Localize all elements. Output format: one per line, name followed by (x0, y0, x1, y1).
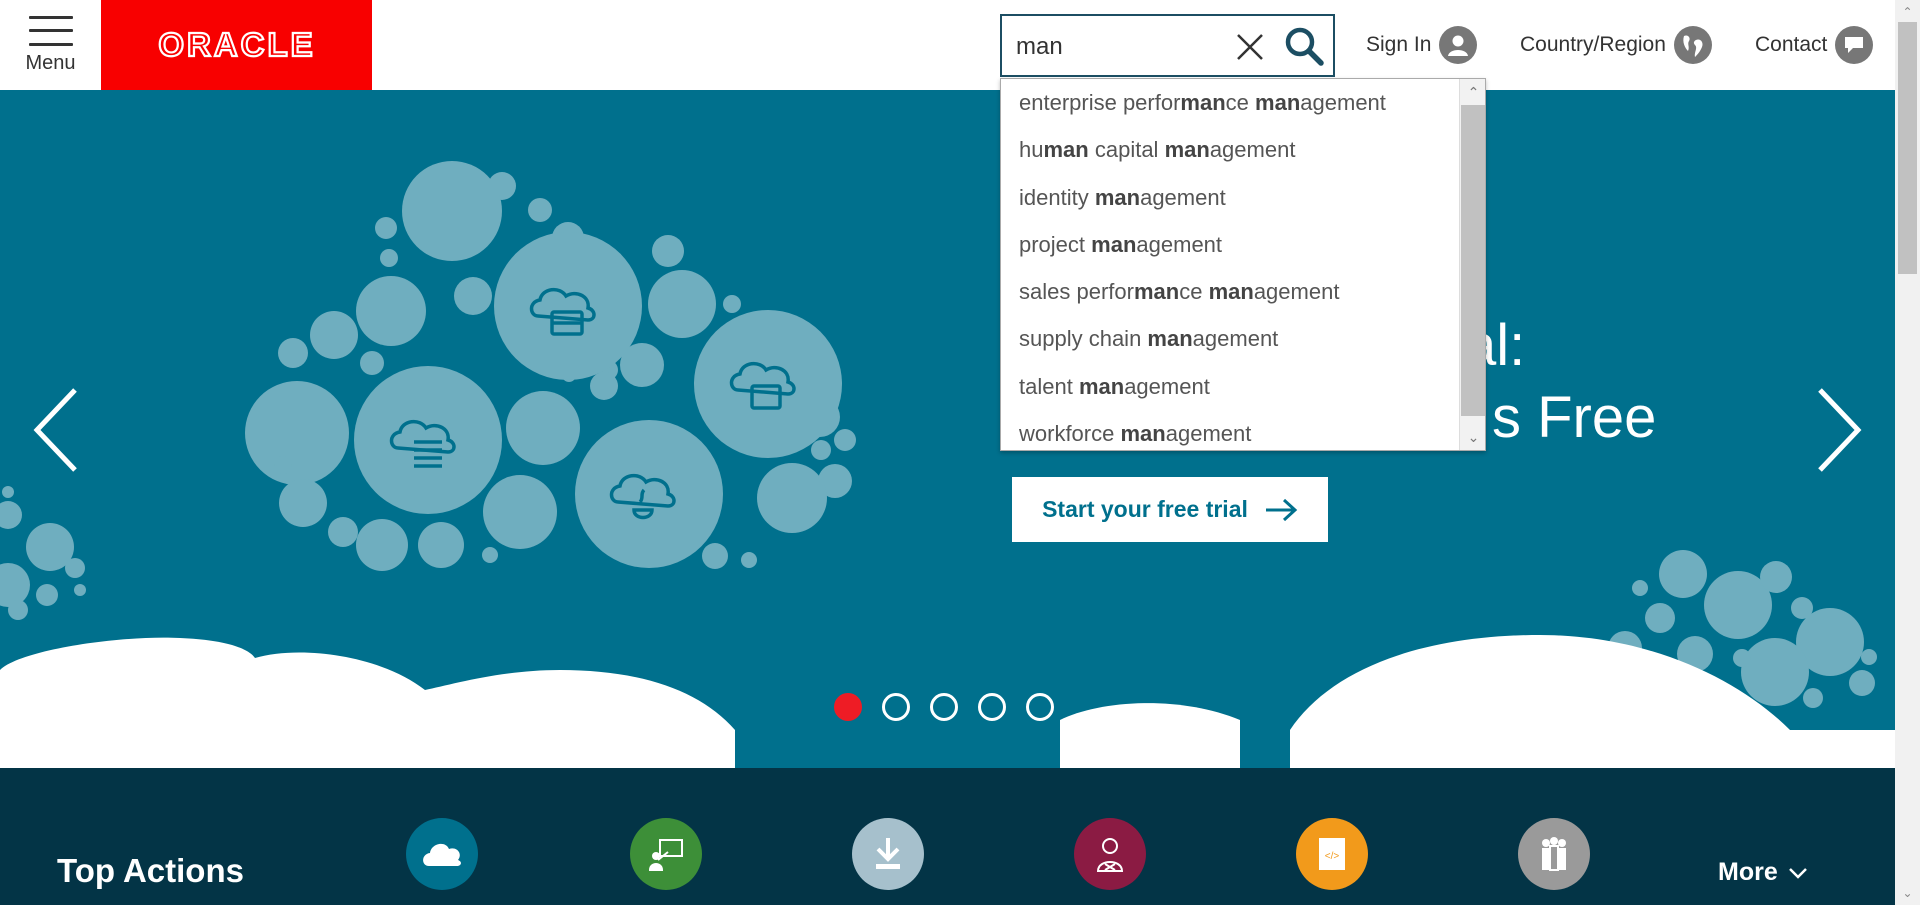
suggestions-list: enterprise performance management human c… (1001, 79, 1459, 450)
chat-bubble-icon (1835, 26, 1874, 64)
suggestion-match-text: man (1147, 326, 1193, 352)
suggestion-match-text: man (1043, 137, 1089, 163)
more-actions-button[interactable]: More (1718, 858, 1808, 887)
suggestion-item[interactable]: sales performance management (1001, 268, 1459, 315)
suggestion-text: project (1019, 231, 1092, 257)
search-icon[interactable] (1282, 24, 1326, 68)
suggestion-match-text: man (1164, 137, 1210, 163)
suggestion-item[interactable]: supply chain management (1001, 315, 1459, 362)
hero-heading-line-2: s Free (1492, 385, 1657, 450)
svg-text:ORACLE: ORACLE (158, 30, 315, 60)
scrollbar-thumb[interactable] (1461, 105, 1485, 416)
start-free-trial-button[interactable]: Start your free trial (1012, 477, 1328, 542)
top-actions-title: Top Actions (57, 852, 244, 889)
svg-text:</>: </> (1325, 851, 1340, 862)
carousel-dot-2[interactable] (882, 693, 910, 721)
suggestion-text: agement (1165, 421, 1252, 447)
suggestion-match-text: man (1091, 231, 1137, 257)
more-label: More (1718, 858, 1778, 886)
page-scroll-down-icon[interactable]: ⌄ (1895, 883, 1920, 903)
scroll-up-icon[interactable]: ⌃ (1460, 81, 1485, 103)
people-icon[interactable] (1518, 818, 1590, 890)
scroll-down-icon[interactable]: ⌄ (1460, 426, 1485, 448)
suggestion-item[interactable]: project management (1001, 221, 1459, 268)
search-box (1000, 14, 1335, 77)
suggestion-match-text: man (1078, 373, 1125, 399)
suggestion-item[interactable]: identity management (1001, 174, 1459, 221)
sign-in-link[interactable]: Sign In (1366, 24, 1478, 66)
cta-label: Start your free trial (1042, 496, 1248, 522)
suggestion-text: talent (1019, 373, 1079, 399)
hero-carousel: al: s Free Start your free trial (0, 90, 1895, 768)
top-actions-bar: Top Actions </> More (0, 768, 1895, 905)
support-agent-icon[interactable] (1074, 818, 1146, 890)
oracle-logo[interactable]: ORACLE (101, 0, 372, 90)
search-input[interactable] (1016, 30, 1226, 64)
suggestion-text: enterprise perfor (1019, 90, 1181, 115)
sign-in-label: Sign In (1366, 33, 1432, 56)
suggestion-match-text: man (1180, 90, 1226, 115)
previous-slide-arrow-icon[interactable] (27, 380, 87, 480)
oracle-logo-mark: ORACLE (157, 30, 315, 60)
suggestion-text: agement (1300, 90, 1386, 115)
suggestion-match-text: man (1120, 421, 1166, 447)
clear-search-icon[interactable] (1233, 30, 1267, 64)
suggestion-text: identity (1019, 184, 1095, 210)
suggestion-text: hu (1019, 137, 1044, 163)
menu-label: Menu (25, 51, 76, 74)
suggestion-text: sales perfor (1019, 279, 1134, 305)
carousel-dots (834, 693, 1054, 721)
suggestion-text: ce (1179, 279, 1209, 305)
user-icon (1439, 26, 1478, 64)
page-scrollbar[interactable]: ⌃ ⌄ (1895, 0, 1920, 905)
suggestion-text: ce (1225, 90, 1256, 115)
country-region-label: Country/Region (1520, 33, 1666, 56)
suggestion-text: supply chain (1019, 326, 1148, 352)
country-region-link[interactable]: Country/Region (1520, 24, 1712, 66)
code-file-icon[interactable]: </> (1296, 818, 1368, 890)
page-scrollbar-thumb[interactable] (1898, 22, 1917, 274)
suggestion-item[interactable]: workforce management (1001, 410, 1459, 450)
cloud-icon[interactable] (406, 818, 478, 890)
suggestion-match-text: man (1094, 184, 1141, 210)
suggestion-match-text: man (1208, 279, 1254, 305)
download-icon[interactable] (852, 818, 924, 890)
suggestion-match-text: man (1255, 90, 1301, 115)
suggestion-text: agement (1209, 137, 1296, 163)
suggestion-text: agement (1192, 326, 1279, 352)
hamburger-icon (28, 15, 73, 46)
chevron-down-icon (1788, 867, 1807, 879)
suggestion-text: capital (1088, 137, 1165, 163)
suggestion-item[interactable]: enterprise performance management (1001, 79, 1459, 126)
carousel-dot-4[interactable] (978, 693, 1006, 721)
suggestion-text: agement (1136, 231, 1223, 257)
contact-label: Contact (1755, 33, 1828, 56)
suggestion-text: agement (1253, 279, 1340, 305)
menu-button[interactable]: Menu (0, 0, 101, 90)
carousel-dot-5[interactable] (1026, 693, 1054, 721)
suggestion-text: workforce (1019, 421, 1121, 447)
contact-link[interactable]: Contact (1755, 24, 1874, 66)
arrow-right-icon (1265, 498, 1298, 521)
suggestion-match-text: man (1133, 279, 1180, 305)
suggestion-text: agement (1140, 184, 1226, 210)
carousel-dot-3[interactable] (930, 693, 958, 721)
next-slide-arrow-icon[interactable] (1808, 380, 1868, 480)
page-scroll-up-icon[interactable]: ⌃ (1895, 2, 1920, 22)
globe-icon (1673, 26, 1712, 64)
carousel-dot-1[interactable] (834, 693, 862, 721)
suggestions-scrollbar[interactable]: ⌃ ⌄ (1459, 79, 1485, 450)
site-header: Menu ORACLE Sign In Country/Region Conta… (0, 0, 1895, 90)
suggestion-item[interactable]: human capital management (1001, 126, 1459, 173)
suggestion-text: agement (1124, 373, 1210, 399)
presentation-icon[interactable] (630, 818, 702, 890)
suggestion-item[interactable]: talent management (1001, 363, 1459, 410)
search-suggestions-dropdown: enterprise performance management human c… (1000, 78, 1486, 451)
